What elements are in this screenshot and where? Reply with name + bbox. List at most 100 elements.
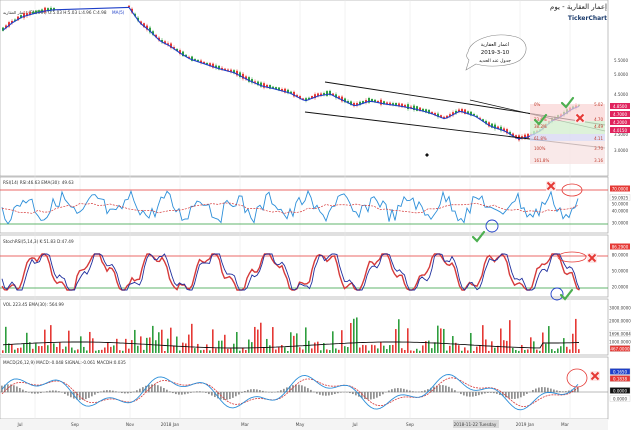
- price-axis-tick: 5.0000: [614, 72, 628, 77]
- macd-hist-bar: [562, 391, 564, 393]
- macd-hist-bar: [175, 392, 177, 395]
- macd-hist-bar: [496, 392, 498, 394]
- macd-hist-bar: [271, 392, 273, 393]
- macd-legend: MACD(26,12,9) MACD:-0.048 SIGNAL:-0.061 …: [3, 360, 126, 365]
- macd-hist-bar: [466, 392, 468, 397]
- volume-bar: [260, 322, 262, 353]
- volume-bar: [482, 325, 484, 353]
- volume-bar: [545, 343, 547, 353]
- macd-hist-bar: [178, 392, 180, 395]
- volume-bar: [368, 350, 370, 353]
- macd-hist-bar: [37, 392, 39, 394]
- macd-hist-bar: [529, 391, 531, 393]
- volume-bar: [269, 345, 271, 353]
- macd-hist-bar: [352, 392, 354, 395]
- macd-hist-bar: [124, 392, 126, 394]
- window-title: إعمار العقارية - يوم: [550, 3, 607, 11]
- volume-bar: [296, 333, 298, 353]
- macd-hist-bar: [109, 390, 111, 393]
- macd-hist-bar: [85, 392, 87, 400]
- annotation-line-3: جدول عند الحديد: [479, 59, 511, 64]
- macd-hist-bar: [550, 388, 552, 393]
- macd-hist-bar: [112, 390, 114, 393]
- volume-bar: [113, 345, 115, 353]
- macd-hist-bar: [421, 391, 423, 393]
- volume-bar: [152, 325, 154, 353]
- volume-bar: [263, 347, 265, 353]
- macd-hist-bar: [154, 384, 156, 393]
- macd-hist-bar: [67, 392, 69, 396]
- volume-bar: [62, 349, 64, 353]
- volume-bar: [122, 350, 124, 353]
- volume-bar: [524, 349, 526, 353]
- volume-bar: [359, 347, 361, 353]
- volume-bar: [14, 349, 16, 353]
- fib-level-value: 4.49: [594, 124, 603, 129]
- volume-bar: [134, 329, 136, 353]
- volume-bar: [95, 350, 97, 353]
- volume-bar: [509, 320, 511, 353]
- macd-hist-bar: [148, 384, 150, 393]
- volume-bar: [446, 350, 448, 353]
- volume-bar: [155, 340, 157, 353]
- macd-hist-bar: [511, 392, 513, 399]
- volume-bar: [557, 348, 559, 353]
- macd-hist-bar: [253, 389, 255, 393]
- macd-hist-bar: [49, 390, 51, 393]
- x-axis-tick: Sep: [406, 422, 414, 427]
- macd-hist-bar: [181, 392, 183, 395]
- volume-bar: [401, 348, 403, 353]
- volume-bar: [449, 345, 451, 353]
- macd-hist-bar: [184, 392, 186, 395]
- macd-hist-bar: [277, 391, 279, 393]
- volume-bar: [224, 334, 226, 353]
- macd-hist-bar: [406, 389, 408, 393]
- macd-hist-bar: [241, 392, 243, 393]
- volume-bar: [335, 348, 337, 353]
- macd-hist-bar: [325, 392, 327, 396]
- volume-bar: [281, 345, 283, 353]
- volume-bar: [275, 349, 277, 353]
- volume-bar: [83, 346, 85, 353]
- volume-bar: [530, 337, 532, 353]
- macd-hist-bar: [373, 392, 375, 399]
- macd-hist-bar: [394, 388, 396, 393]
- volume-bar: [137, 345, 139, 353]
- volume-bar: [284, 347, 286, 353]
- macd-hist-bar: [403, 388, 405, 393]
- volume-bar: [533, 341, 535, 353]
- macd-hist-bar: [130, 392, 132, 393]
- volume-bar: [476, 346, 478, 353]
- macd-hist-bar: [247, 389, 249, 393]
- macd-hist-bar: [70, 392, 72, 398]
- volume-bar: [173, 345, 175, 353]
- macd-hist-bar: [379, 392, 381, 397]
- volume-axis-tick: 1696.0084: [609, 332, 631, 337]
- volume-bar: [185, 343, 187, 353]
- volume-bar: [149, 337, 151, 353]
- macd-hist-bar: [469, 392, 471, 397]
- macd-hist-bar: [232, 392, 234, 398]
- volume-bar: [197, 343, 199, 353]
- volume-bar: [179, 350, 181, 353]
- macd-hist-bar: [367, 392, 369, 400]
- volume-bar: [11, 344, 13, 353]
- volume-bar: [461, 350, 463, 353]
- volume-bar: [365, 345, 367, 353]
- macd-hist-bar: [463, 392, 465, 396]
- volume-bar: [158, 332, 160, 353]
- volume-bar: [41, 346, 43, 353]
- volume-bar: [161, 329, 163, 353]
- macd-hist-bar: [133, 391, 135, 393]
- macd-hist-bar: [256, 389, 258, 393]
- volume-bar: [518, 350, 520, 353]
- macd-hist-bar: [556, 390, 558, 393]
- macd-hist-bar: [418, 391, 420, 393]
- macd-hist-bar: [94, 392, 96, 395]
- macd-hist-bar: [376, 392, 378, 398]
- macd-hist-bar: [475, 392, 477, 397]
- macd-hist-bar: [28, 392, 30, 393]
- macd-hist-bar: [31, 392, 33, 394]
- price-axis-tick: 5.5000: [614, 58, 628, 63]
- volume-bar: [140, 336, 142, 353]
